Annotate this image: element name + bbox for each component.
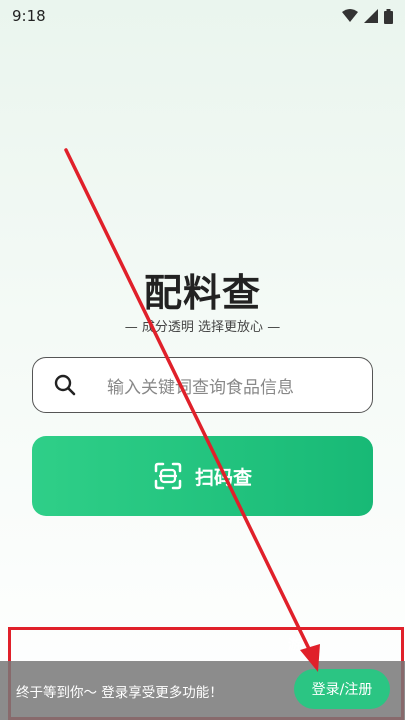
status-time: 9:18 — [12, 7, 46, 25]
login-register-button[interactable]: 登录/注册 — [294, 669, 390, 709]
search-icon — [54, 374, 76, 396]
app-title: 配料查 — [143, 271, 261, 315]
scan-label: 扫码查 — [194, 466, 252, 489]
scan-icon — [154, 462, 182, 490]
signal-icon — [364, 9, 378, 23]
scan-button[interactable]: 扫码查 — [32, 436, 373, 516]
login-banner: 终于等到你～ 登录享受更多功能！ 登录/注册 — [0, 661, 405, 720]
login-prompt: 终于等到你～ 登录享受更多功能！ — [16, 684, 223, 701]
status-bar: 9:18 — [0, 0, 405, 32]
guest-text: 游 — [288, 638, 302, 653]
battery-icon — [384, 8, 393, 24]
search-placeholder: 输入关键词查询食品信息 — [107, 377, 294, 398]
status-icons — [342, 8, 393, 24]
wifi-icon — [342, 9, 358, 22]
search-input[interactable]: 输入关键词查询食品信息 — [32, 357, 373, 413]
app-subtitle: — 成分透明 选择更放心 — — [124, 320, 281, 335]
